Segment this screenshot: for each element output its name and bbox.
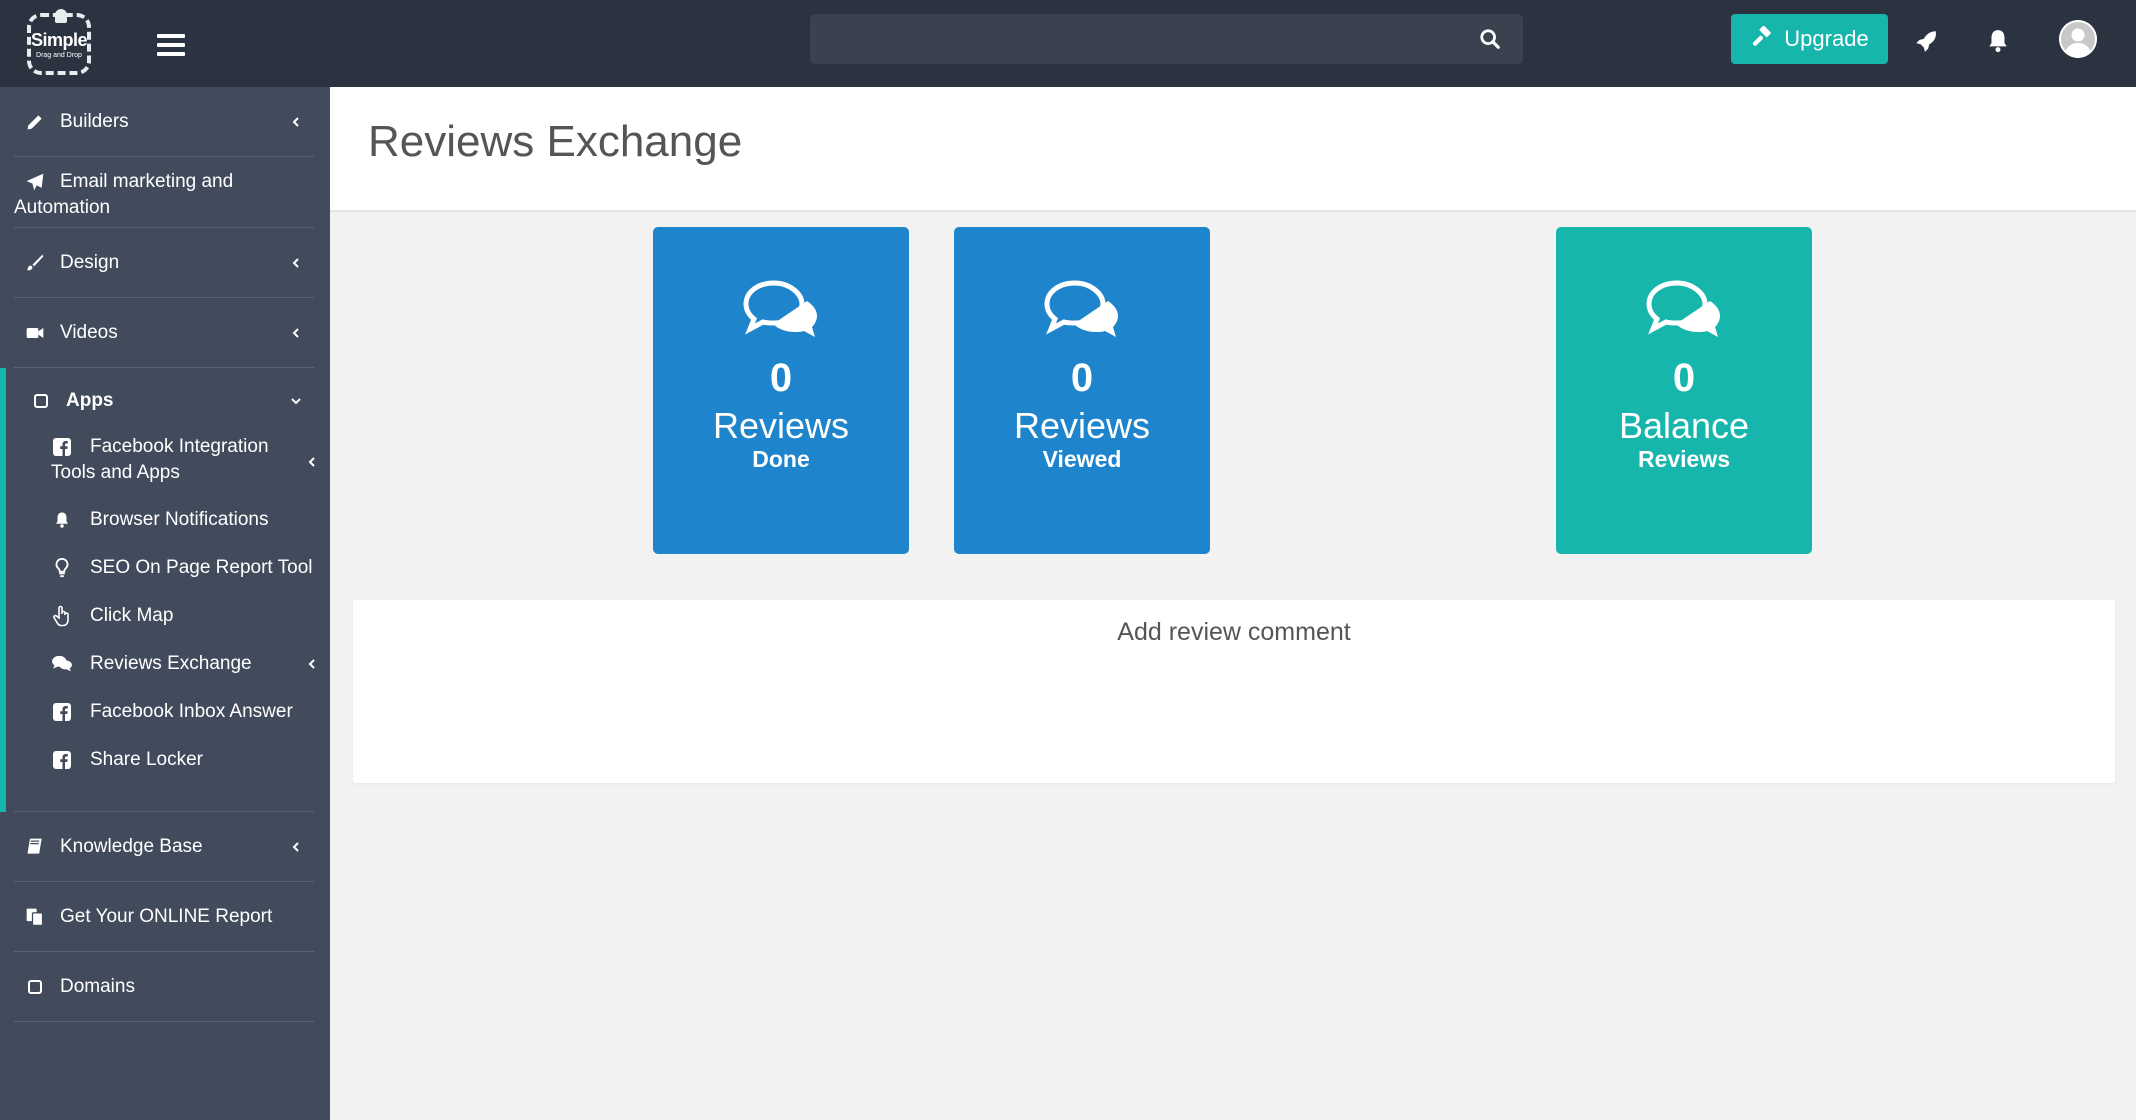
chevron-down-icon bbox=[291, 398, 301, 405]
sidebar-subitem-facebook-inbox[interactable]: Facebook Inbox Answer bbox=[0, 688, 330, 736]
sidebar-item-apps[interactable]: Apps bbox=[0, 368, 314, 434]
upgrade-button[interactable]: Upgrade bbox=[1731, 14, 1888, 64]
pencil-icon bbox=[24, 111, 46, 133]
copy-icon bbox=[24, 906, 46, 928]
sidebar-item-label: Get Your ONLINE Report bbox=[60, 906, 273, 927]
rocket-icon[interactable] bbox=[1913, 28, 1939, 54]
comments-icon bbox=[1646, 280, 1720, 337]
sidebar-item-videos[interactable]: Videos bbox=[14, 298, 314, 368]
apps-expanded-section: Apps Facebook Integration Tools and Apps… bbox=[0, 368, 330, 812]
logo-text-line2: Drag and Drop bbox=[36, 52, 82, 59]
search-bar bbox=[810, 14, 1523, 64]
stat-count: 0 bbox=[1070, 356, 1094, 400]
sidebar-item-label-line2: Automation bbox=[14, 197, 111, 218]
sidebar-subitem-share-locker[interactable]: Share Locker bbox=[0, 736, 330, 784]
page-header: Reviews Exchange bbox=[330, 87, 2136, 212]
square-icon bbox=[24, 976, 46, 998]
sidebar-subitem-label: Facebook Integration bbox=[90, 436, 269, 457]
sidebar-subitem-label: SEO On Page Report Tool bbox=[90, 557, 313, 578]
lightbulb-icon bbox=[51, 557, 73, 579]
facebook-square-icon bbox=[51, 749, 73, 771]
sidebar-item-label: Apps bbox=[66, 390, 114, 411]
sidebar-subitem-label-line2: Tools and Apps bbox=[51, 462, 180, 483]
sidebar: Builders Email marketing and Automation … bbox=[0, 87, 330, 1120]
sidebar-subitem-label: Browser Notifications bbox=[90, 509, 269, 530]
top-navbar: Simple Drag and Drop Upgrade bbox=[0, 0, 2136, 87]
upgrade-label: Upgrade bbox=[1784, 26, 1869, 51]
paper-plane-icon bbox=[24, 171, 46, 193]
stat-sublabel: Viewed bbox=[1042, 446, 1122, 472]
paint-brush-icon bbox=[24, 252, 46, 274]
stat-card-reviews-viewed[interactable]: 0 Reviews Viewed bbox=[954, 227, 1210, 554]
chevron-left-icon bbox=[308, 457, 315, 467]
hamburger-menu-icon[interactable] bbox=[157, 34, 185, 56]
sidebar-subitem-label: Reviews Exchange bbox=[90, 653, 252, 674]
sidebar-item-label: Builders bbox=[60, 111, 129, 132]
add-review-comment-panel: Add review comment bbox=[353, 600, 2115, 783]
comments-icon bbox=[1044, 280, 1118, 337]
gavel-icon bbox=[1753, 26, 1772, 46]
stat-sublabel: Reviews bbox=[1637, 446, 1731, 472]
sidebar-subitem-facebook-integration[interactable]: Facebook Integration Tools and Apps bbox=[0, 434, 330, 496]
logo-pin-shape bbox=[55, 9, 67, 23]
sidebar-item-label: Design bbox=[60, 252, 120, 273]
sidebar-subitem-click-map[interactable]: Click Map bbox=[0, 592, 330, 640]
sidebar-item-label: Videos bbox=[60, 322, 118, 343]
sidebar-item-label: Domains bbox=[60, 976, 135, 997]
bell-icon bbox=[51, 509, 73, 531]
stat-label: Reviews bbox=[712, 405, 850, 446]
sidebar-subitem-label: Facebook Inbox Answer bbox=[90, 701, 293, 722]
stat-sublabel: Done bbox=[752, 446, 810, 472]
chevron-left-icon bbox=[292, 116, 299, 127]
chevron-left-icon bbox=[292, 327, 299, 338]
sidebar-item-label: Email marketing and bbox=[60, 171, 234, 192]
video-camera-icon bbox=[24, 322, 46, 344]
app-logo[interactable]: Simple Drag and Drop bbox=[27, 9, 91, 75]
search-icon[interactable] bbox=[1479, 28, 1501, 50]
sidebar-subitem-browser-notifications[interactable]: Browser Notifications bbox=[0, 496, 330, 544]
search-input[interactable] bbox=[810, 14, 1523, 64]
sidebar-item-knowledge-base[interactable]: Knowledge Base bbox=[14, 812, 314, 882]
stat-card-balance-reviews[interactable]: 0 Balance Reviews bbox=[1556, 227, 1812, 554]
stat-label: Balance bbox=[1618, 405, 1750, 446]
bell-icon[interactable] bbox=[1985, 28, 2011, 54]
logo-text-line1: Simple bbox=[31, 30, 88, 50]
user-silhouette-icon bbox=[2059, 20, 2097, 58]
chevron-left-icon bbox=[308, 659, 315, 669]
stat-card-reviews-done[interactable]: 0 Reviews Done bbox=[653, 227, 909, 554]
comments-icon bbox=[51, 653, 73, 675]
panel-title: Add review comment bbox=[1117, 618, 1351, 646]
sidebar-subitem-seo-report[interactable]: SEO On Page Report Tool bbox=[0, 544, 330, 592]
book-icon bbox=[24, 836, 46, 858]
page-title: Reviews Exchange bbox=[368, 117, 743, 166]
sidebar-item-online-report[interactable]: Get Your ONLINE Report bbox=[14, 882, 314, 952]
facebook-square-icon bbox=[51, 701, 73, 723]
user-avatar[interactable] bbox=[2059, 20, 2097, 58]
chevron-left-icon bbox=[292, 257, 299, 268]
comments-icon bbox=[743, 280, 817, 337]
hand-pointer-icon bbox=[51, 605, 73, 627]
sidebar-item-design[interactable]: Design bbox=[14, 228, 314, 298]
sidebar-subitem-label: Share Locker bbox=[90, 749, 204, 770]
chevron-left-icon bbox=[292, 841, 299, 852]
stat-label: Reviews bbox=[1013, 405, 1151, 446]
sidebar-item-domains[interactable]: Domains bbox=[14, 952, 314, 1022]
square-icon bbox=[30, 390, 52, 412]
facebook-square-icon bbox=[51, 436, 73, 458]
stat-count: 0 bbox=[769, 356, 793, 400]
apps-section-divider bbox=[14, 784, 314, 812]
sidebar-item-label: Knowledge Base bbox=[60, 836, 203, 857]
sidebar-subitem-reviews-exchange[interactable]: Reviews Exchange bbox=[0, 640, 330, 688]
sidebar-item-email-marketing[interactable]: Email marketing and Automation bbox=[14, 157, 314, 228]
sidebar-item-builders[interactable]: Builders bbox=[14, 87, 314, 157]
stat-count: 0 bbox=[1672, 356, 1696, 400]
